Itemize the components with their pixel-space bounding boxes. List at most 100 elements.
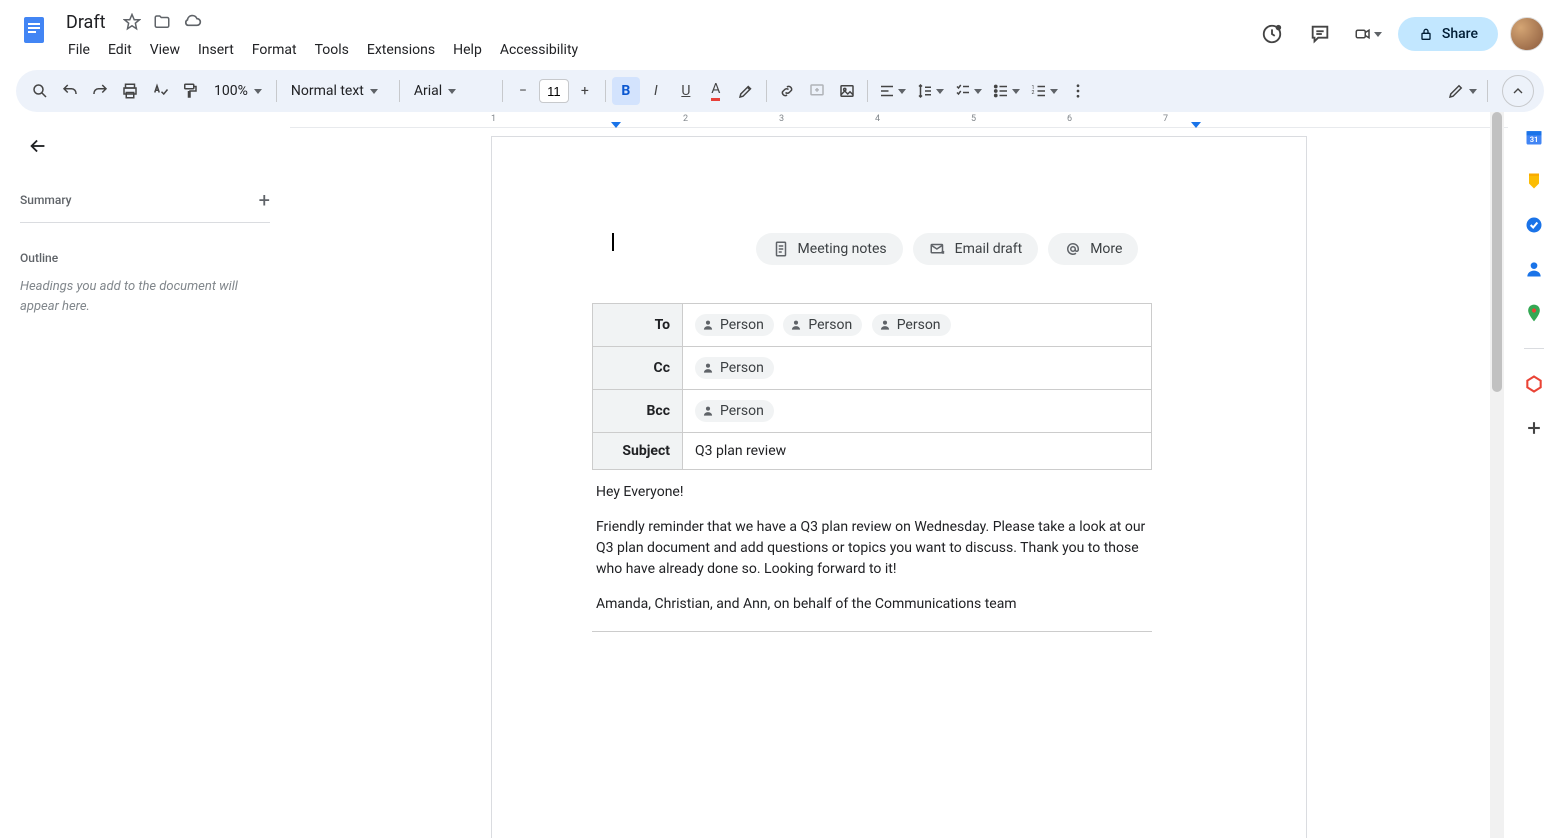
- collapse-toolbar-icon[interactable]: [1502, 75, 1534, 107]
- svg-text:2: 2: [1031, 90, 1034, 96]
- insert-comment-icon[interactable]: [803, 77, 831, 105]
- person-icon: [878, 318, 892, 332]
- to-label: To: [593, 304, 683, 347]
- undo-icon[interactable]: [56, 77, 84, 105]
- menu-view[interactable]: View: [142, 38, 188, 62]
- right-indent-marker[interactable]: [1191, 122, 1201, 128]
- contacts-icon[interactable]: [1523, 258, 1545, 280]
- comments-icon[interactable]: [1302, 16, 1338, 52]
- person-icon: [701, 361, 715, 375]
- email-draft-chip[interactable]: Email draft: [913, 233, 1039, 265]
- menu-edit[interactable]: Edit: [100, 38, 140, 62]
- bcc-field[interactable]: Person: [683, 390, 1152, 433]
- share-button[interactable]: Share: [1398, 17, 1498, 51]
- text-color-button[interactable]: A: [702, 77, 730, 105]
- outline-panel: Summary + Outline Headings you add to th…: [0, 112, 290, 838]
- menu-accessibility[interactable]: Accessibility: [492, 38, 586, 62]
- document-icon: [772, 240, 790, 258]
- numbered-list-button[interactable]: 12: [1026, 77, 1062, 105]
- paint-format-icon[interactable]: [176, 77, 204, 105]
- cloud-status-icon[interactable]: [182, 12, 202, 32]
- bold-button[interactable]: B: [612, 77, 640, 105]
- tasks-icon[interactable]: [1523, 214, 1545, 236]
- person-icon: [789, 318, 803, 332]
- addon-icon[interactable]: [1523, 373, 1545, 395]
- email-bcc-row: Bcc Person: [593, 390, 1152, 433]
- print-icon[interactable]: [116, 77, 144, 105]
- left-indent-marker[interactable]: [611, 122, 621, 128]
- subject-field[interactable]: Q3 plan review: [683, 433, 1152, 470]
- email-main-text: Friendly reminder that we have a Q3 plan…: [596, 517, 1148, 580]
- menu-tools[interactable]: Tools: [307, 38, 357, 62]
- page[interactable]: Meeting notes Email draft More To: [491, 136, 1307, 838]
- line-spacing-button[interactable]: [912, 77, 948, 105]
- spellcheck-icon[interactable]: [146, 77, 174, 105]
- to-field[interactable]: Person Person Person: [683, 304, 1152, 347]
- meet-button[interactable]: [1350, 16, 1386, 52]
- get-addons-icon[interactable]: [1523, 417, 1545, 439]
- menu-format[interactable]: Format: [244, 38, 305, 62]
- close-outline-icon[interactable]: [20, 128, 56, 164]
- text-cursor: [612, 233, 614, 251]
- at-icon: [1064, 240, 1082, 258]
- more-chip[interactable]: More: [1048, 233, 1138, 265]
- outline-placeholder: Headings you add to the document will ap…: [20, 277, 270, 316]
- lock-icon: [1418, 26, 1434, 42]
- add-summary-button[interactable]: +: [259, 188, 270, 212]
- history-icon[interactable]: [1254, 16, 1290, 52]
- person-chip[interactable]: Person: [783, 314, 862, 336]
- bulleted-list-button[interactable]: [988, 77, 1024, 105]
- svg-text:31: 31: [1530, 135, 1539, 144]
- cc-field[interactable]: Person: [683, 347, 1152, 390]
- menu-extensions[interactable]: Extensions: [359, 38, 443, 62]
- person-chip[interactable]: Person: [695, 314, 774, 336]
- menu-file[interactable]: File: [60, 38, 98, 62]
- increase-fontsize-button[interactable]: +: [571, 77, 599, 105]
- person-chip[interactable]: Person: [695, 400, 774, 422]
- docs-logo-icon[interactable]: [16, 12, 52, 48]
- person-chip[interactable]: Person: [695, 357, 774, 379]
- zoom-select[interactable]: 100%: [206, 77, 270, 105]
- align-button[interactable]: [874, 77, 910, 105]
- keep-icon[interactable]: [1523, 170, 1545, 192]
- email-body[interactable]: Hey Everyone! Friendly reminder that we …: [592, 470, 1152, 632]
- person-icon: [701, 404, 715, 418]
- horizontal-ruler[interactable]: 1 2 3 4 5 6 7: [290, 112, 1508, 128]
- scrollbar-thumb[interactable]: [1492, 112, 1502, 392]
- paragraph-style-select[interactable]: Normal text: [283, 77, 393, 105]
- calendar-icon[interactable]: 31: [1523, 126, 1545, 148]
- email-subject-row: Subject Q3 plan review: [593, 433, 1152, 470]
- underline-button[interactable]: U: [672, 77, 700, 105]
- highlight-button[interactable]: [732, 77, 760, 105]
- document-canvas[interactable]: 1 2 3 4 5 6 7 Meeting notes: [290, 112, 1508, 838]
- document-title[interactable]: Draft: [60, 10, 112, 35]
- side-panel: 31: [1508, 112, 1560, 838]
- search-menus-icon[interactable]: [26, 77, 54, 105]
- email-signature: Amanda, Christian, and Ann, on behalf of…: [596, 594, 1148, 615]
- italic-button[interactable]: I: [642, 77, 670, 105]
- user-avatar[interactable]: [1510, 17, 1544, 51]
- email-cc-row: Cc Person: [593, 347, 1152, 390]
- redo-icon[interactable]: [86, 77, 114, 105]
- decrease-fontsize-button[interactable]: −: [509, 77, 537, 105]
- star-icon[interactable]: [122, 12, 142, 32]
- checklist-button[interactable]: [950, 77, 986, 105]
- email-icon: [929, 240, 947, 258]
- font-select[interactable]: Arial: [406, 77, 496, 105]
- menu-help[interactable]: Help: [445, 38, 490, 62]
- editing-mode-button[interactable]: [1443, 77, 1481, 105]
- meeting-notes-chip[interactable]: Meeting notes: [756, 233, 903, 265]
- outline-label: Outline: [20, 251, 270, 265]
- move-folder-icon[interactable]: [152, 12, 172, 32]
- insert-image-icon[interactable]: [833, 77, 861, 105]
- insert-link-icon[interactable]: [773, 77, 801, 105]
- maps-icon[interactable]: [1523, 302, 1545, 324]
- summary-label: Summary: [20, 193, 72, 207]
- vertical-scrollbar[interactable]: [1490, 112, 1504, 838]
- share-label: Share: [1442, 26, 1478, 42]
- subject-label: Subject: [593, 433, 683, 470]
- fontsize-input[interactable]: [539, 79, 569, 103]
- person-chip[interactable]: Person: [872, 314, 951, 336]
- more-tools-icon[interactable]: [1064, 77, 1092, 105]
- menu-insert[interactable]: Insert: [190, 38, 242, 62]
